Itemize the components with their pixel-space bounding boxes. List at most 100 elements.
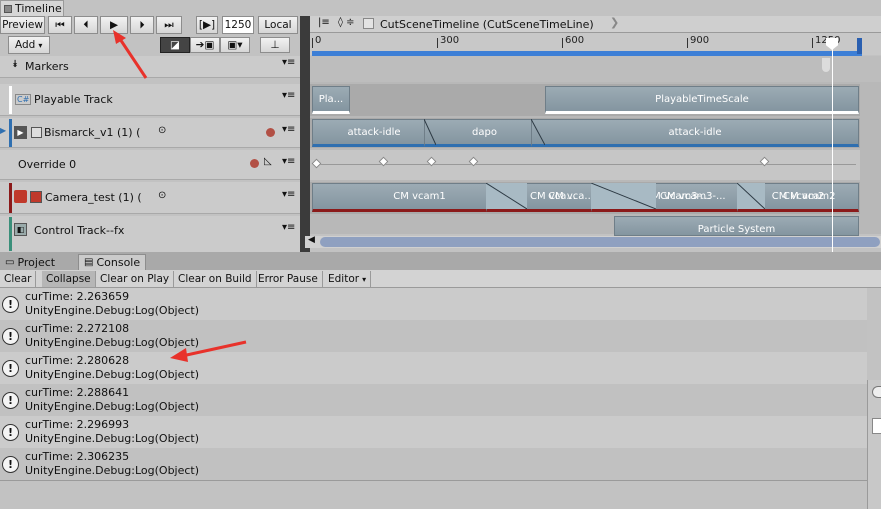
track-header-camera[interactable]: Camera_test (1) ( ⊙ ▾≡	[0, 182, 300, 214]
cinemachine-icon	[14, 190, 27, 203]
track-menu-icon[interactable]: ▾≡	[282, 156, 295, 167]
blend-region	[591, 183, 656, 209]
log-entry[interactable]: ! curTime: 2.296993 UnityEngine.Debug:Lo…	[0, 416, 867, 448]
ruler-tick	[312, 38, 313, 48]
divider	[0, 480, 867, 481]
bismarck-track-label[interactable]: Bismarck_v1 (1) (	[44, 126, 140, 139]
edit-mode-ripple-button[interactable]: ➔▣	[190, 37, 220, 53]
track-menu-icon[interactable]: ▾≡	[282, 124, 295, 135]
tab-project-label: Project	[17, 255, 56, 269]
timeline-asset-title[interactable]: CutSceneTimeline (CutSceneTimeLine)	[380, 18, 594, 31]
track-menu-icon[interactable]: ▾≡	[282, 189, 295, 200]
clip-attack-idle-2[interactable]: attack-idle	[531, 119, 859, 147]
track-menu-icon[interactable]: ▾≡	[282, 90, 295, 101]
log-message: curTime: 2.288641	[25, 386, 130, 399]
object-picker-icon[interactable]: ⊙	[158, 190, 166, 201]
play-range-icon: [▶]	[198, 19, 216, 31]
side-panel-field[interactable]	[872, 418, 881, 434]
log-stacktrace: UnityEngine.Debug:Log(Object)	[25, 432, 200, 445]
track-color-bar	[9, 217, 12, 251]
previous-frame-button[interactable]: ⏴	[74, 16, 98, 34]
log-stacktrace: UnityEngine.Debug:Log(Object)	[25, 304, 200, 317]
log-entry[interactable]: ! curTime: 2.263659 UnityEngine.Debug:Lo…	[0, 288, 867, 320]
blend-region	[486, 183, 527, 209]
log-entry[interactable]: ! curTime: 2.280628 UnityEngine.Debug:Lo…	[0, 352, 867, 384]
error-pause-button[interactable]: Error Pause	[254, 271, 323, 287]
record-icon[interactable]	[266, 128, 275, 137]
add-track-dropdown[interactable]: Add ▾	[8, 36, 50, 54]
horizontal-scrollbar[interactable]: ◀	[305, 235, 881, 248]
camera-track-label[interactable]: Camera_test (1) (	[45, 191, 142, 204]
markers-lane	[310, 56, 881, 82]
scrollbar-thumb[interactable]	[320, 237, 880, 247]
track-header-bismarck[interactable]: ▶ ▶ Bismarck_v1 (1) ( ⊙ ▾≡	[0, 118, 300, 148]
control-track-label: Control Track--fx	[34, 224, 125, 237]
info-icon: !	[2, 328, 19, 345]
end-marker[interactable]	[857, 38, 862, 54]
object-field-icon	[30, 191, 42, 203]
skip-start-icon: ⏮	[55, 18, 65, 31]
ruler-tick	[562, 38, 563, 48]
editor-dropdown[interactable]: Editor ▾	[324, 271, 372, 287]
go-to-start-button[interactable]: ⏮	[48, 16, 72, 34]
timeline-header-bar: |≡ ◊ ≑ CutSceneTimeline (CutSceneTimeLin…	[310, 16, 881, 33]
go-to-end-button[interactable]: ⏭	[156, 16, 182, 34]
ruler-tick	[687, 38, 688, 48]
pin-icon: ⊥	[270, 39, 280, 51]
pin-button[interactable]: ⊥	[260, 37, 290, 53]
side-panel-fragment	[867, 380, 881, 509]
track-menu-icon[interactable]: ▾≡	[282, 222, 295, 233]
timeline-asset-icon	[363, 18, 374, 29]
side-panel-control[interactable]	[872, 386, 881, 398]
scroll-left-icon[interactable]: ◀	[308, 235, 315, 245]
step-back-icon: ⏴	[83, 18, 89, 31]
play-range-button[interactable]: [▶]	[196, 16, 218, 34]
collapse-button[interactable]: Collapse	[42, 271, 96, 287]
object-picker-icon[interactable]: ⊙	[158, 125, 166, 136]
info-icon: !	[2, 360, 19, 377]
menu-icon[interactable]: |≡	[318, 17, 330, 28]
curves-icon[interactable]: ◺	[264, 156, 272, 167]
log-stacktrace: UnityEngine.Debug:Log(Object)	[25, 368, 200, 381]
track-header-playable[interactable]: C# Playable Track ▾≡	[0, 84, 300, 116]
log-entry[interactable]: ! curTime: 2.288641 UnityEngine.Debug:Lo…	[0, 384, 867, 416]
timeline-window-tab[interactable]: Timeline	[0, 0, 64, 16]
track-color-bar	[9, 119, 12, 147]
edit-mode-replace-button[interactable]: ▣▾	[220, 37, 250, 53]
ruler-label: 900	[690, 35, 710, 46]
clip-particle-system[interactable]: Particle System	[614, 216, 859, 236]
markers-menu-icon[interactable]: ▾≡	[282, 57, 295, 68]
chevron-down-icon: ▾	[362, 274, 367, 284]
clear-on-play-button[interactable]: Clear on Play	[96, 271, 175, 287]
track-header-override[interactable]: Override 0 ◺ ▾≡	[0, 150, 300, 180]
clip-attack-idle-1[interactable]: attack-idle	[312, 119, 436, 147]
breadcrumb-arrow-icon: ❯	[610, 16, 620, 29]
record-icon[interactable]	[250, 159, 259, 168]
frame-field[interactable]: 1250	[222, 16, 254, 34]
clip-dapo[interactable]: dapo	[424, 119, 545, 147]
playhead-marker	[822, 58, 830, 72]
playable-track-label: Playable Track	[34, 93, 113, 106]
info-icon: !	[2, 296, 19, 313]
local-toggle[interactable]: Local	[258, 16, 298, 34]
clip-pla[interactable]: Pla...	[312, 86, 350, 114]
clear-button[interactable]: Clear	[0, 271, 37, 287]
ruler-tick	[812, 38, 813, 48]
edit-mode-mix-button[interactable]: ◪	[160, 37, 190, 53]
panel-splitter[interactable]	[300, 16, 310, 252]
settings-stepper-icon[interactable]: ◊ ≑	[338, 17, 355, 28]
ripple-mode-icon: ➔▣	[195, 39, 215, 51]
preview-button[interactable]: Preview	[0, 16, 45, 34]
track-header-control[interactable]: ◧ Control Track--fx ▾≡	[0, 216, 300, 252]
tab-console[interactable]: ▤ Console	[78, 254, 147, 270]
clip-playable-time-scale[interactable]: PlayableTimeScale	[545, 86, 859, 114]
add-track-label: Add	[15, 39, 36, 51]
folder-icon: ▭	[5, 256, 15, 268]
log-message: curTime: 2.306235	[25, 450, 130, 463]
log-entry[interactable]: ! curTime: 2.272108 UnityEngine.Debug:Lo…	[0, 320, 867, 352]
tab-project[interactable]: ▭ Project	[0, 254, 60, 270]
ruler-label: 600	[565, 35, 585, 46]
expand-triangle-icon[interactable]: ▶	[0, 126, 6, 135]
clear-on-build-button[interactable]: Clear on Build	[174, 271, 257, 287]
log-entry[interactable]: ! curTime: 2.306235 UnityEngine.Debug:Lo…	[0, 448, 867, 480]
